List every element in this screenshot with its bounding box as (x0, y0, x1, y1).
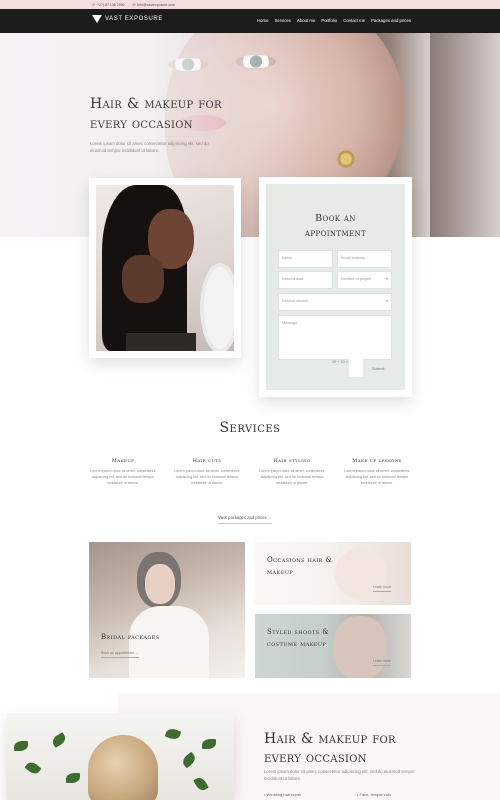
portrait-mirror (200, 263, 234, 351)
styled-title: Styled shoots & costume makeup (267, 628, 329, 648)
email-contact[interactable]: ✉ info@vastexposure.com (132, 3, 175, 7)
booking-form: Book an appointment Name Email address D… (266, 184, 405, 390)
captcha-label: 10 + 10 = (332, 360, 349, 364)
service-text: Lorem ipsum dolor sit amet, consectetur … (259, 469, 325, 485)
main-navbar: VAST EXPOSURE Home Services About me Por… (0, 9, 500, 33)
nav-item-portfolio[interactable]: Portfolio (321, 18, 337, 23)
about-bullet: • Face, temple cuts (357, 792, 392, 797)
occasions-title: Occasions hair & makeup (267, 556, 333, 576)
phone-icon: ✆ (92, 2, 95, 7)
date-field[interactable]: Desired date (278, 271, 333, 289)
service-select[interactable]: Desired service ▾ (278, 293, 392, 311)
nav-item-home[interactable]: Home (257, 18, 268, 23)
service-title: Hair styling (273, 458, 311, 464)
booking-title: Book an appointment (304, 213, 367, 239)
nav-item-contact[interactable]: Contact me (343, 18, 365, 23)
service-title: Hair cuts (192, 458, 222, 464)
service-hairstyling: Hair styling Lorem ipsum dolor sit amet,… (257, 458, 327, 486)
portrait-card (89, 178, 241, 358)
service-select-label: Desired service (282, 299, 309, 303)
people-select-label: Number of people (341, 277, 372, 281)
hero-title: Hair & makeup for every occasion (90, 96, 222, 132)
logo-mark-icon (92, 15, 102, 23)
hero-text: Lorem ipsum dolor sit amet, consectetur … (90, 141, 209, 153)
portrait-hand (122, 255, 164, 303)
submit-button[interactable]: Submit (372, 366, 384, 371)
hero-banner (0, 33, 500, 237)
message-field[interactable]: Message (278, 315, 392, 360)
service-lessons: Make up lessons Lorem ipsum dolor sit am… (342, 458, 412, 486)
about-title: Hair & makeup for every occasion (264, 731, 396, 766)
people-select[interactable]: Number of people ▾ (337, 271, 392, 289)
portrait-top (126, 333, 196, 351)
about-bullet: • Wedding hair repair (264, 792, 302, 797)
about-photo-hair (88, 735, 158, 800)
bullet-text: Wedding hair repair (266, 792, 302, 797)
booking-card: Book an appointment Name Email address D… (259, 177, 412, 397)
site-logo[interactable]: VAST EXPOSURE (92, 15, 163, 23)
bridal-title: Bridal packages (101, 633, 160, 641)
styled-tile[interactable]: Styled shoots & costume makeup Learn mor… (255, 614, 411, 678)
view-packages-link[interactable]: View packages and prices → (218, 515, 272, 524)
hero-overlay (0, 33, 500, 237)
name-field[interactable]: Name (278, 250, 333, 268)
about-text: Lorem ipsum dolor sit amet, consectetur … (264, 769, 415, 781)
service-text: Lorem ipsum dolor sit amet, consectetur … (174, 469, 240, 485)
service-title: Makeup (111, 458, 135, 464)
email-address: info@vastexposure.com (137, 2, 176, 7)
bullet-text: Face, temple cuts (359, 792, 392, 797)
nav-item-about[interactable]: About me (297, 18, 315, 23)
email-field[interactable]: Email address (337, 250, 392, 268)
contact-bar: ✆ +27) 87 135 2996 ✉ info@vastexposure.com (0, 0, 500, 9)
book-appointment-link[interactable]: Book an appointment → (101, 651, 139, 658)
phone-number: +27) 87 135 2996 (96, 2, 125, 7)
service-text: Lorem ipsum dolor sit amet, consectetur … (90, 469, 156, 485)
portrait-photo (96, 185, 234, 351)
envelope-icon: ✉ (132, 2, 136, 7)
service-haircuts: Hair cuts Lorem ipsum dolor sit amet, co… (172, 458, 242, 486)
service-text: Lorem ipsum dolor sit amet, consectetur … (344, 469, 410, 485)
about-photo (6, 713, 234, 800)
service-makeup: Makeup Lorem ipsum dolor sit amet, conse… (88, 458, 158, 486)
nav-menu: Home Services About me Portfolio Contact… (257, 18, 411, 23)
nav-item-packages[interactable]: Packages and prices (371, 18, 411, 23)
styled-learn-more[interactable]: Learn more (373, 659, 391, 666)
chevron-down-icon: ▾ (386, 299, 388, 303)
nav-item-services[interactable]: Services (274, 18, 290, 23)
occasions-learn-more[interactable]: Learn more (373, 585, 391, 592)
bridal-tile[interactable]: Bridal packages Book an appointment → (89, 542, 245, 678)
phone-contact[interactable]: ✆ +27) 87 135 2996 (92, 3, 124, 7)
chevron-down-icon: ▾ (386, 277, 388, 281)
captcha-input[interactable] (349, 359, 363, 377)
occasions-tile[interactable]: Occasions hair & makeup Learn more (255, 542, 411, 605)
logo-text: VAST EXPOSURE (105, 16, 163, 22)
services-title: Services (219, 420, 281, 436)
service-title: Make up lessons (352, 458, 402, 464)
